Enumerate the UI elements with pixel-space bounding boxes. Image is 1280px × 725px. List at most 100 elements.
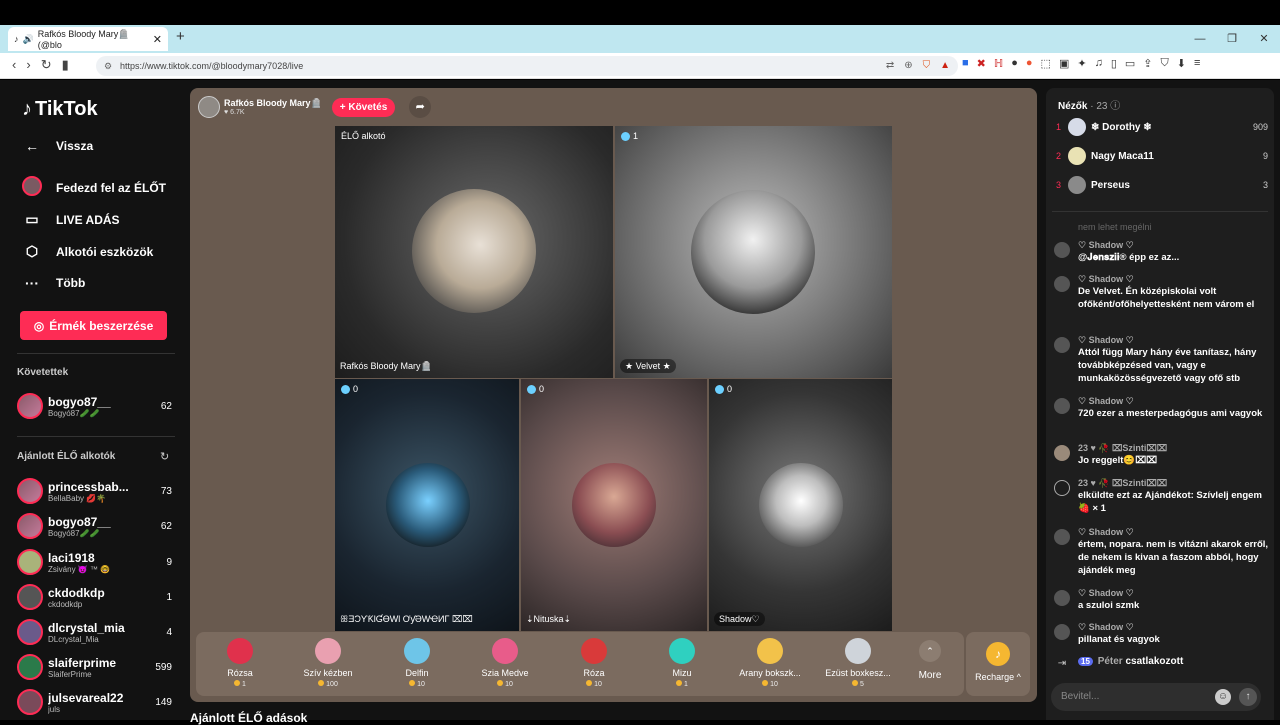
recommended-account[interactable]: julsevareal22 juls 149: [17, 686, 172, 718]
minimize-button[interactable]: —: [1184, 25, 1216, 53]
share-icon[interactable]: ⇪: [1143, 57, 1152, 70]
extension-icon[interactable]: ℍ: [994, 57, 1003, 70]
chat-username[interactable]: ♡ Shadow ♡: [1078, 274, 1270, 285]
gift-item[interactable]: Rózsa 1: [204, 638, 276, 688]
whats-up-gift-icon: [669, 638, 695, 664]
chat-text: pillanat és vagyok: [1078, 634, 1160, 645]
chat-username[interactable]: ♡ Shadow ♡: [1078, 527, 1270, 538]
gift-item[interactable]: Szív kézben 100: [292, 638, 364, 688]
refresh-icon[interactable]: ↻: [160, 450, 169, 463]
share-button[interactable]: ➦: [409, 96, 432, 118]
avatar[interactable]: [1054, 242, 1070, 258]
chat-username[interactable]: ♡ Shadow ♡: [1078, 396, 1270, 407]
chat-input[interactable]: Bevitel... ☺ ↑: [1051, 683, 1261, 711]
nav-explore-live[interactable]: Fedezd fel az ÉLŐT: [22, 176, 166, 199]
avatar[interactable]: [1054, 276, 1070, 292]
warning-icon[interactable]: ▲: [940, 56, 950, 76]
host-avatar[interactable]: [198, 96, 220, 118]
guest-cell[interactable]: 0 ꕥƎƆƳƘƖƓƟWƖ ƠƴƏWҼИΓ ⌧⌧: [335, 379, 519, 631]
translate-icon[interactable]: ⇄: [886, 56, 894, 76]
get-coins-button[interactable]: ◎ Érmék beszerzése: [20, 311, 167, 340]
new-tab-button[interactable]: +: [176, 28, 185, 45]
media-icon[interactable]: ♫: [1095, 57, 1103, 70]
nav-live-broadcast[interactable]: ▭ LIVE ADÁS: [22, 211, 119, 228]
following-account[interactable]: bogyo87__ Bogyó87🥒🥒 62: [17, 390, 172, 422]
account-name: dlcrystal_mia: [48, 620, 125, 635]
top-viewer-row[interactable]: 2 Nagy Maca11 9: [1056, 145, 1268, 167]
shield-icon[interactable]: ⛉: [923, 56, 931, 76]
nav-back[interactable]: ← Vissza: [22, 138, 93, 154]
gift-name: Ezüst boxkesz...: [825, 668, 891, 678]
avatar[interactable]: [1054, 624, 1070, 640]
extension-icon[interactable]: ●: [1026, 57, 1033, 70]
zoom-icon[interactable]: ⊕: [904, 56, 912, 76]
emoji-icon[interactable]: ☺: [1215, 689, 1231, 705]
wallet-icon[interactable]: ▭: [1125, 57, 1135, 70]
avatar[interactable]: [1054, 337, 1070, 353]
top-viewer-row[interactable]: 3 Perseus 3: [1056, 174, 1268, 196]
gift-item[interactable]: Róza 10: [558, 638, 630, 688]
chat-username[interactable]: 23 ♥ 🥀 ⌧Szinti⌧⌧: [1078, 443, 1270, 454]
extension-icon[interactable]: ■: [962, 57, 969, 70]
avatar[interactable]: [1054, 398, 1070, 414]
avatar[interactable]: [1054, 590, 1070, 606]
recommended-account[interactable]: dlcrystal_mia DLcrystal_Mia 4: [17, 616, 172, 648]
extension-icon[interactable]: ✖: [977, 57, 986, 70]
chat-username[interactable]: 23 ♥ 🥀 ⌧Szinti⌧⌧: [1078, 478, 1270, 489]
close-tab-icon[interactable]: ✕: [153, 33, 162, 46]
top-viewer-row[interactable]: 1 ❄ Dorothy ❄ 909: [1056, 116, 1268, 138]
more-gifts-button[interactable]: ⌃ More: [908, 640, 952, 681]
chat-username[interactable]: ♡ Shadow ♡: [1078, 588, 1270, 599]
reload-button[interactable]: ↻: [41, 57, 52, 73]
bookmark-icon[interactable]: ▮: [62, 57, 69, 73]
url-field[interactable]: ⚙ https://www.tiktok.com/@bloodymary7028…: [96, 56, 958, 76]
extension-icon[interactable]: ●: [1011, 57, 1018, 70]
chat-username[interactable]: ♡ Shadow ♡: [1078, 622, 1270, 633]
send-icon[interactable]: ↑: [1239, 688, 1257, 706]
audio-icon[interactable]: 🔊: [23, 34, 34, 45]
recommended-account[interactable]: ckdodkdp ckdodkdp 1: [17, 581, 172, 613]
guest-cell[interactable]: 1 ★ Velvet ★: [615, 126, 892, 378]
gift-score-icon: [621, 131, 630, 141]
follow-button[interactable]: + Követés: [331, 97, 396, 117]
downloads-icon[interactable]: ⬇: [1177, 57, 1186, 70]
recharge-button[interactable]: ♪ Recharge ^: [966, 632, 1030, 696]
browser-tab[interactable]: ♪ 🔊 Rafkós Bloody Mary🪦 (@blo ✕: [8, 27, 168, 51]
gift-item[interactable]: Szia Medve 10: [469, 638, 541, 688]
gift-item[interactable]: Delfin 10: [381, 638, 453, 688]
avatar[interactable]: [1054, 529, 1070, 545]
maximize-button[interactable]: ❐: [1216, 25, 1248, 53]
back-button[interactable]: ‹: [12, 57, 16, 73]
chat-username[interactable]: ♡ Shadow ♡: [1078, 335, 1270, 346]
recommended-account[interactable]: princessbab... BellaBaby 💋🌴 73: [17, 475, 172, 507]
nav-creator-tools[interactable]: ⬡ Alkotói eszközök: [22, 243, 153, 260]
join-text: csatlakozott: [1125, 656, 1184, 667]
extension-icon[interactable]: ⬚: [1041, 57, 1051, 70]
gift-item[interactable]: Mizu 1: [646, 638, 718, 688]
viewer-count: 599: [155, 661, 172, 673]
bear-gift-icon: [492, 638, 518, 664]
guest-cell[interactable]: 0 Shadow♡: [709, 379, 892, 631]
forward-button[interactable]: ›: [26, 57, 30, 73]
chat-username[interactable]: ♡ Shadow ♡: [1078, 240, 1270, 251]
avatar[interactable]: [1054, 445, 1070, 461]
info-icon[interactable]: ⓘ: [1110, 101, 1120, 112]
menu-icon[interactable]: ≡: [1194, 57, 1200, 70]
recommended-account[interactable]: bogyo87__ Bogyó87🥒🥒 62: [17, 510, 172, 542]
gift-item[interactable]: Ezüst boxkesz... 5: [822, 638, 894, 688]
recommended-account[interactable]: slaiferprime SlaiferPrime 599: [17, 651, 172, 683]
site-info-icon[interactable]: ⚙: [104, 56, 112, 76]
tiktok-logo[interactable]: ♪ TikTok: [22, 98, 98, 121]
vpn-icon[interactable]: ⛉: [1161, 57, 1169, 70]
host-name[interactable]: Rafkós Bloody Mary🪦: [224, 98, 322, 109]
sidebar-icon[interactable]: ▯: [1111, 57, 1117, 70]
gift-item[interactable]: Arany bokszk... 10: [734, 638, 806, 688]
guest-cell-host[interactable]: ÉLŐ alkotó Rafkós Bloody Mary🪦: [335, 126, 613, 378]
join-username[interactable]: Péter: [1098, 656, 1123, 667]
guest-cell[interactable]: 0 ⇣Nituska⇣: [521, 379, 707, 631]
recommended-account[interactable]: laci1918 Zsivány 😈 ™ 🤓 9: [17, 546, 172, 578]
extension-icon[interactable]: ✦: [1077, 57, 1086, 70]
close-window-button[interactable]: ✕: [1248, 25, 1280, 53]
nav-more[interactable]: ··· Több: [22, 275, 85, 291]
extension-icon[interactable]: ▣: [1059, 57, 1069, 70]
